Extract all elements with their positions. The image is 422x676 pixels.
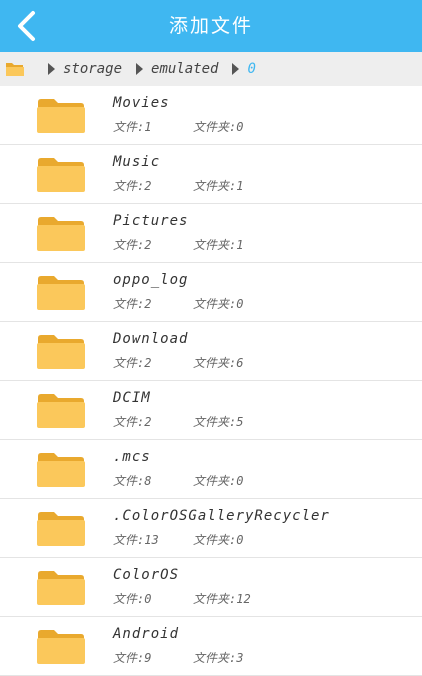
folder-name: .ColorOSGalleryRecycler <box>113 508 330 524</box>
folder-name: Pictures <box>113 213 189 229</box>
files-label: 文件: <box>113 415 145 429</box>
folders-label: 文件夹: <box>193 179 237 193</box>
folders-count: 12 <box>236 592 251 606</box>
folder-icon <box>37 630 85 664</box>
list-item[interactable]: .ColorOSGalleryRecycler 文件:13 文件夹:0 <box>0 499 422 558</box>
folder-meta: 文件:8 文件夹:0 <box>113 472 243 489</box>
folder-icon <box>37 571 85 605</box>
folder-icon <box>37 158 85 192</box>
folder-meta: 文件:1 文件夹:0 <box>113 118 243 135</box>
folder-meta: 文件:9 文件夹:3 <box>113 649 243 666</box>
folders-count: 5 <box>236 415 244 429</box>
folders-count: 0 <box>236 297 244 311</box>
folders-count: 1 <box>236 238 244 252</box>
files-label: 文件: <box>113 474 145 488</box>
files-count: 2 <box>144 415 152 429</box>
folder-name: Android <box>113 626 180 642</box>
folder-meta: 文件:2 文件夹:0 <box>113 295 243 312</box>
folder-name: Download <box>113 331 189 347</box>
list-item[interactable]: Download 文件:2 文件夹:6 <box>0 322 422 381</box>
folder-meta: 文件:2 文件夹:1 <box>113 236 243 253</box>
folder-icon <box>37 217 85 251</box>
folders-count: 3 <box>236 651 244 665</box>
files-count: 1 <box>144 120 152 134</box>
folder-open-icon <box>6 63 24 76</box>
breadcrumb-item-current[interactable]: 0 <box>218 61 256 77</box>
folder-name: DCIM <box>113 390 151 406</box>
folder-list: Movies 文件:1 文件夹:0 Music 文件:2 文件夹:1 Pictures 文件:… <box>0 86 422 676</box>
app-header: 添加文件 <box>0 0 422 52</box>
folder-meta: 文件:2 文件夹:1 <box>113 177 243 194</box>
breadcrumb-arrow-icon <box>136 63 144 75</box>
list-item[interactable]: ColorOS 文件:0 文件夹:12 <box>0 558 422 617</box>
folder-name: Movies <box>113 95 170 111</box>
folders-label: 文件夹: <box>193 651 237 665</box>
breadcrumb-arrow-icon <box>48 63 55 75</box>
folder-icon <box>37 335 85 369</box>
list-item[interactable]: Music 文件:2 文件夹:1 <box>0 145 422 204</box>
folders-label: 文件夹: <box>193 533 237 547</box>
breadcrumb-item-storage[interactable]: storage <box>28 61 122 77</box>
folders-count: 1 <box>236 179 244 193</box>
folders-label: 文件夹: <box>193 592 237 606</box>
folder-meta: 文件:2 文件夹:5 <box>113 413 243 430</box>
breadcrumb-item-emulated[interactable]: emulated <box>122 61 218 77</box>
folders-count: 0 <box>236 120 244 134</box>
files-label: 文件: <box>113 120 145 134</box>
list-item[interactable]: Pictures 文件:2 文件夹:1 <box>0 204 422 263</box>
files-label: 文件: <box>113 238 145 252</box>
files-label: 文件: <box>113 651 145 665</box>
list-item[interactable]: .mcs 文件:8 文件夹:0 <box>0 440 422 499</box>
files-count: 2 <box>144 297 152 311</box>
files-count: 2 <box>144 179 152 193</box>
folders-label: 文件夹: <box>193 238 237 252</box>
files-label: 文件: <box>113 297 145 311</box>
folders-count: 0 <box>236 474 244 488</box>
files-count: 9 <box>144 651 152 665</box>
files-count: 2 <box>144 356 152 370</box>
page-title: 添加文件 <box>168 15 253 37</box>
folder-icon <box>37 276 85 310</box>
folder-name: Music <box>113 154 161 170</box>
folder-name: oppo_log <box>113 272 189 288</box>
folders-label: 文件夹: <box>193 415 237 429</box>
folder-name: ColorOS <box>113 567 180 583</box>
breadcrumb-arrow-icon <box>232 63 240 75</box>
files-label: 文件: <box>113 179 145 193</box>
files-label: 文件: <box>113 356 145 370</box>
folder-icon <box>37 512 85 546</box>
folder-meta: 文件:13 文件夹:0 <box>113 531 243 548</box>
files-count: 8 <box>144 474 152 488</box>
breadcrumb-home[interactable] <box>2 52 28 86</box>
breadcrumb: storage emulated 0 <box>0 52 422 86</box>
files-count: 13 <box>144 533 159 547</box>
folders-count: 6 <box>236 356 244 370</box>
folder-icon <box>37 99 85 133</box>
list-item[interactable]: DCIM 文件:2 文件夹:5 <box>0 381 422 440</box>
list-item[interactable]: Movies 文件:1 文件夹:0 <box>0 86 422 145</box>
files-count: 0 <box>144 592 152 606</box>
folders-count: 0 <box>236 533 244 547</box>
folders-label: 文件夹: <box>193 474 237 488</box>
files-count: 2 <box>144 238 152 252</box>
folder-meta: 文件:2 文件夹:6 <box>113 354 243 371</box>
folder-meta: 文件:0 文件夹:12 <box>113 590 251 607</box>
folder-icon <box>37 453 85 487</box>
folders-label: 文件夹: <box>193 356 237 370</box>
files-label: 文件: <box>113 592 145 606</box>
folder-icon <box>37 394 85 428</box>
files-label: 文件: <box>113 533 145 547</box>
folder-name: .mcs <box>113 449 151 465</box>
folders-label: 文件夹: <box>193 297 237 311</box>
list-item[interactable]: oppo_log 文件:2 文件夹:0 <box>0 263 422 322</box>
folders-label: 文件夹: <box>193 120 237 134</box>
list-item[interactable]: Android 文件:9 文件夹:3 <box>0 617 422 676</box>
